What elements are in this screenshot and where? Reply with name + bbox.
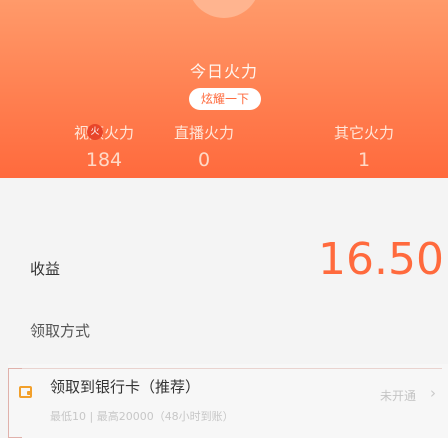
wallet-icon (19, 386, 32, 398)
card-selection-frame (8, 368, 22, 438)
flaunt-button[interactable]: 炫耀一下 (189, 88, 261, 110)
stat-value: 0 (197, 149, 211, 171)
bind-status[interactable]: 未开通 (380, 387, 416, 404)
fire-badge-icon: 火 (87, 124, 103, 140)
hero-top-bump (188, 0, 260, 18)
stat-live-firepower: 直播火力 0 (144, 124, 264, 172)
hero-title: 今日火力 (189, 62, 258, 81)
stat-label: 直播火力 (173, 124, 234, 142)
chevron-right-icon[interactable]: › (430, 384, 436, 402)
card-divider (8, 368, 442, 369)
stat-label: 其它火力 (333, 124, 394, 142)
balance-value: 16.50 (318, 234, 444, 285)
withdraw-section-label: 领取方式 (30, 322, 91, 340)
balance-label: 收益 (30, 260, 61, 278)
withdraw-method-limit: 最低10 | 最高20000（48小时到账） (50, 410, 234, 423)
withdraw-method-name: 领取到银行卡（推荐） (50, 378, 201, 396)
stat-value: 1 (357, 149, 371, 171)
hero-banner: 今日火力 炫耀一下 视频火力 184 火 直播火力 0 其它火力 1 (0, 0, 448, 178)
stat-other-firepower: 其它火力 1 (304, 124, 424, 172)
